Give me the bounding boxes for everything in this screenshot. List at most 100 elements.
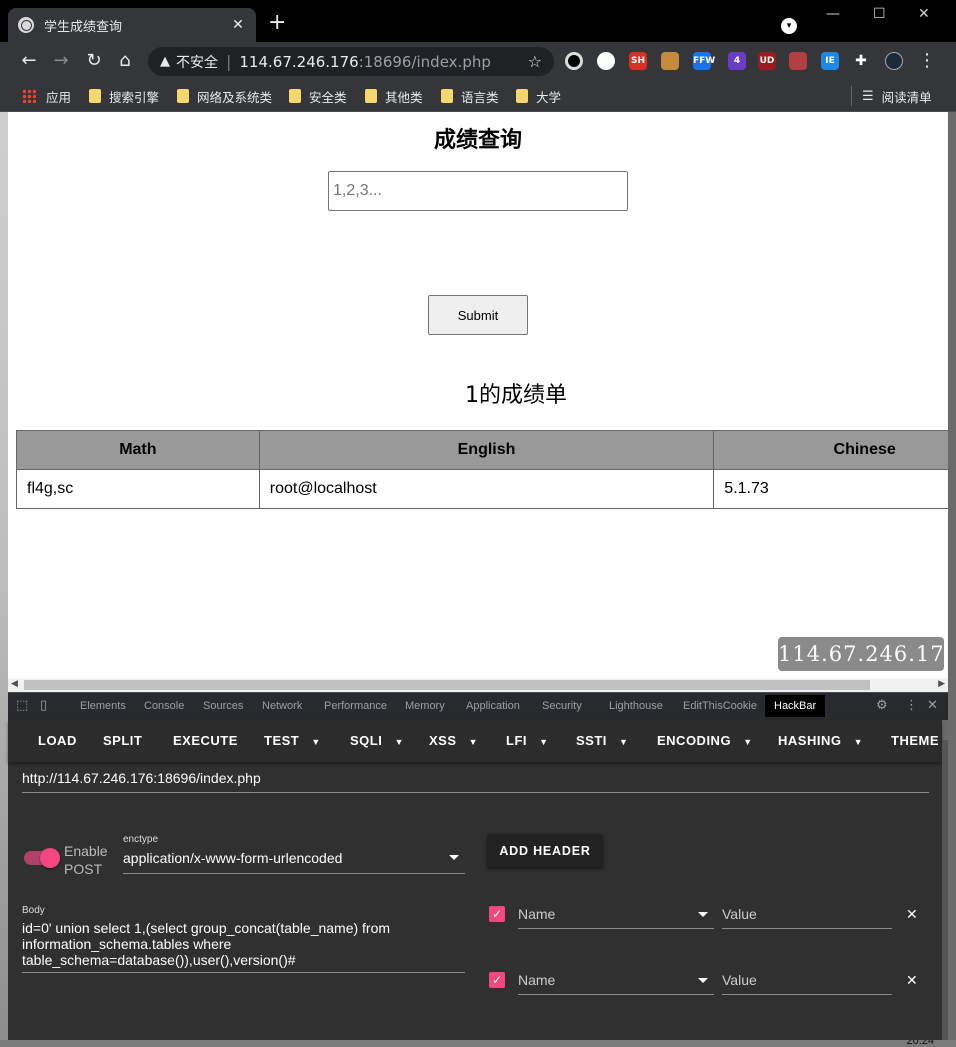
inspect-element-icon[interactable]: ⬚ xyxy=(16,698,28,713)
hackbar-menu-label: SSTI xyxy=(576,733,607,748)
hackbar-sqli[interactable]: SQLI ▼ xyxy=(350,733,404,748)
ext-ublock-icon[interactable]: UD xyxy=(758,52,776,70)
chevron-down-icon: ▼ xyxy=(468,737,479,747)
student-id-input[interactable] xyxy=(328,171,628,211)
close-window-icon[interactable]: ✕ xyxy=(918,6,930,22)
scrollbar-thumb[interactable] xyxy=(942,740,948,1040)
ext-ie-icon[interactable]: IE xyxy=(821,52,839,70)
hackbar-lfi[interactable]: LFI ▼ xyxy=(506,733,549,748)
bookmark-folder[interactable]: 语言类 xyxy=(441,87,499,105)
horizontal-scrollbar[interactable]: ◀ ▶ xyxy=(8,678,948,692)
bookmark-apps[interactable]: 应用 xyxy=(22,87,71,105)
puzzle-icon[interactable]: ✚ xyxy=(852,52,870,70)
ext-badge-icon[interactable]: 4 xyxy=(728,52,746,70)
ext-sh-icon[interactable]: SH xyxy=(629,52,647,70)
bookmark-star-icon[interactable]: ☆ xyxy=(528,52,542,71)
avatar-icon[interactable] xyxy=(885,52,903,70)
scrollbar-thumb[interactable] xyxy=(24,680,870,690)
minimize-icon[interactable]: — xyxy=(826,6,840,22)
browser-toolbar: ← → ↻ ⌂ ▲ 不安全 | 114.67.246.176 :18696/in… xyxy=(0,42,956,80)
devtools-more-icon[interactable]: ⋮ xyxy=(905,698,918,713)
tab-close-icon[interactable]: ✕ xyxy=(230,17,246,33)
scroll-left-icon[interactable]: ◀ xyxy=(11,679,18,689)
hackbar-split[interactable]: SPLIT xyxy=(103,733,142,748)
enctype-value: application/x-www-form-urlencoded xyxy=(123,850,343,866)
reload-icon[interactable]: ↻ xyxy=(83,50,105,72)
post-body-field[interactable]: id=0' union select 1,(select group_conca… xyxy=(22,920,465,973)
hackbar-test[interactable]: TEST ▼ xyxy=(264,733,321,748)
back-icon[interactable]: ← xyxy=(18,50,40,72)
header-name-select[interactable]: Name xyxy=(518,967,714,995)
ext-ffw-icon[interactable]: FFW xyxy=(693,52,715,70)
result-title: 1的成绩单 xyxy=(465,383,567,408)
header-value-input[interactable]: Value xyxy=(722,967,892,995)
devtools-tab-network[interactable]: Network xyxy=(262,700,302,712)
settings-gear-icon[interactable]: ⚙ xyxy=(876,698,888,713)
header-enabled-checkbox[interactable]: ✓ xyxy=(489,972,505,988)
bookmark-folder[interactable]: 搜索引擎 xyxy=(89,87,159,105)
globe-icon xyxy=(18,17,34,33)
hackbar-execute[interactable]: EXECUTE xyxy=(173,733,238,748)
warning-icon: ▲ xyxy=(160,54,170,69)
bookmark-folder[interactable]: 大学 xyxy=(516,87,561,105)
delete-header-icon[interactable]: ✕ xyxy=(906,973,918,989)
chevron-down-icon: ▼ xyxy=(394,737,404,747)
devtools-tab-console[interactable]: Console xyxy=(144,700,184,712)
hackbar-url-field[interactable]: http://114.67.246.176:18696/index.php xyxy=(22,767,929,793)
header-name-select[interactable]: Name xyxy=(518,901,714,929)
column-header-math: Math xyxy=(16,430,260,470)
hackbar-ssti[interactable]: SSTI ▼ xyxy=(576,733,628,748)
hackbar-encoding[interactable]: ENCODING ▼ xyxy=(657,733,753,748)
delete-header-icon[interactable]: ✕ xyxy=(906,907,918,923)
tab-search-icon[interactable]: ▾ xyxy=(781,18,797,34)
enable-post-toggle[interactable] xyxy=(24,848,60,868)
maximize-icon[interactable]: ☐ xyxy=(873,6,886,22)
folder-icon xyxy=(441,89,453,103)
devtools-tab-application[interactable]: Application xyxy=(466,700,520,712)
page-title: 成绩查询 xyxy=(433,128,522,153)
header-value-input[interactable]: Value xyxy=(722,901,892,929)
hackbar-load[interactable]: LOAD xyxy=(38,733,77,748)
bookmark-folder[interactable]: 安全类 xyxy=(289,87,347,105)
add-header-button[interactable]: ADD HEADER xyxy=(487,834,603,867)
menu-kebab-icon[interactable]: ⋮ xyxy=(916,50,938,72)
browser-tab[interactable]: 学生成绩查询 ✕ xyxy=(8,8,256,42)
devtools-tab-performance[interactable]: Performance xyxy=(324,700,387,712)
forward-icon[interactable]: → xyxy=(50,50,72,72)
submit-button[interactable]: Submit xyxy=(428,295,528,335)
chevron-down-icon: ▼ xyxy=(311,737,321,747)
ext-box-icon[interactable] xyxy=(789,52,807,70)
hackbar-menu-label: TEST xyxy=(264,733,300,748)
column-header-english: English xyxy=(258,430,715,470)
home-icon[interactable]: ⌂ xyxy=(114,50,136,72)
devtools-close-icon[interactable]: ✕ xyxy=(927,698,938,713)
ext-ring-icon[interactable] xyxy=(565,52,583,70)
devtools-tab-sources[interactable]: Sources xyxy=(203,700,243,712)
scroll-right-icon[interactable]: ▶ xyxy=(938,679,945,689)
devtools-tab-lighthouse[interactable]: Lighthouse xyxy=(609,700,663,712)
address-bar[interactable]: ▲ 不安全 | 114.67.246.176 :18696/index.php … xyxy=(148,47,554,76)
hackbar-scrollbar[interactable] xyxy=(942,740,948,1040)
devtools-tab-elements[interactable]: Elements xyxy=(80,700,126,712)
devtools-tab-memory[interactable]: Memory xyxy=(405,700,445,712)
bookmark-folder[interactable]: 其他类 xyxy=(365,87,423,105)
hackbar-menu-label: XSS xyxy=(429,733,457,748)
header-enabled-checkbox[interactable]: ✓ xyxy=(489,906,505,922)
bookmark-folder[interactable]: 网络及系统类 xyxy=(177,87,272,105)
hackbar-xss[interactable]: XSS ▼ xyxy=(429,733,478,748)
device-toolbar-icon[interactable]: ▯ xyxy=(40,698,47,713)
devtools-tab-hackbar[interactable]: HackBar xyxy=(765,695,826,717)
body-label: Body xyxy=(22,905,45,916)
devtools-tab-security[interactable]: Security xyxy=(542,700,582,712)
devtools-tab-editthiscookie[interactable]: EditThisCookie xyxy=(683,700,757,712)
new-tab-button[interactable]: + xyxy=(268,12,286,34)
hackbar-hashing[interactable]: HASHING ▼ xyxy=(778,733,863,748)
reading-list-icon: ☰ xyxy=(862,88,874,104)
hackbar-theme[interactable]: THEME xyxy=(891,733,939,748)
ext-bird-icon[interactable] xyxy=(597,52,615,70)
enctype-select[interactable]: application/x-www-form-urlencoded xyxy=(123,846,465,874)
reading-list[interactable]: ☰ 阅读清单 xyxy=(862,87,932,105)
hackbar-menu-label: HASHING xyxy=(778,733,842,748)
enctype-label: enctype xyxy=(123,834,159,845)
ext-cookie-icon[interactable] xyxy=(661,52,679,70)
